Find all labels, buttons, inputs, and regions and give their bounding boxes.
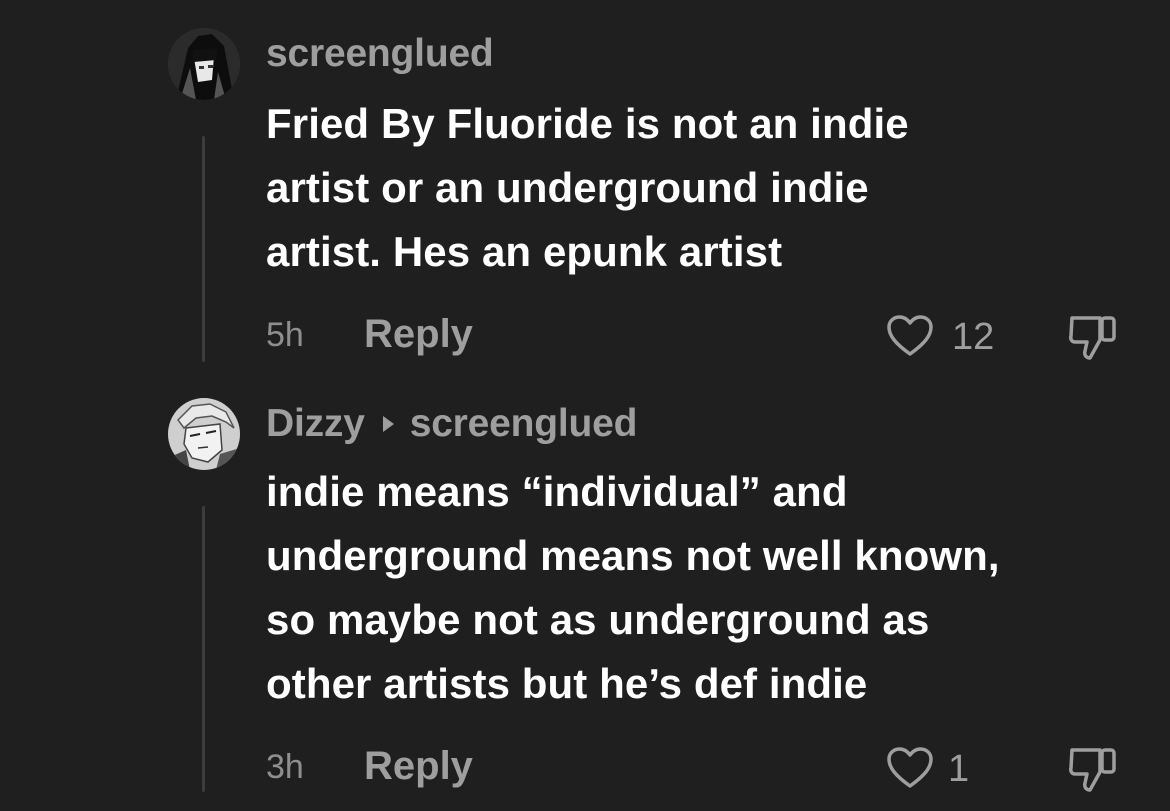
thumbs-down-icon[interactable] [1066, 312, 1120, 362]
like-count: 12 [952, 316, 995, 358]
username[interactable]: Dizzy [266, 402, 365, 446]
comment-actions: 5h Reply 12 [266, 312, 1126, 362]
heart-icon[interactable] [886, 746, 934, 790]
timestamp: 3h [266, 748, 304, 786]
comment-actions: 3h Reply 1 [266, 744, 1126, 794]
comment-text: Fried By Fluoride is not an indie artist… [266, 92, 1146, 284]
reply-arrow-icon [382, 416, 394, 432]
timestamp: 5h [266, 316, 304, 354]
thread-line [202, 506, 205, 792]
thumbs-down-icon[interactable] [1066, 744, 1120, 794]
comment-line: so maybe not as underground as [266, 596, 930, 643]
username[interactable]: screenglued [266, 32, 494, 76]
username-row: screenglued [266, 30, 494, 78]
comment-line: indie means “individual” and [266, 468, 848, 515]
comment-text: indie means “individual” and underground… [266, 460, 1146, 716]
reply-button[interactable]: Reply [364, 744, 473, 789]
avatar-dizzy[interactable] [168, 398, 240, 470]
reply-to-username[interactable]: screenglued [410, 402, 638, 446]
comment-line: artist or an underground indie [266, 164, 869, 211]
username-row: Dizzy screenglued [266, 400, 637, 448]
like-count: 1 [948, 748, 970, 790]
comment-line: Fried By Fluoride is not an indie [266, 100, 909, 147]
comment-line: artist. Hes an epunk artist [266, 228, 783, 275]
thread-line [202, 136, 205, 362]
comment-line: other artists but he’s def indie [266, 660, 868, 707]
reply-button[interactable]: Reply [364, 312, 473, 357]
comment-line: underground means not well known, [266, 532, 1000, 579]
heart-icon[interactable] [886, 314, 934, 358]
avatar-screenglued[interactable] [168, 28, 240, 100]
